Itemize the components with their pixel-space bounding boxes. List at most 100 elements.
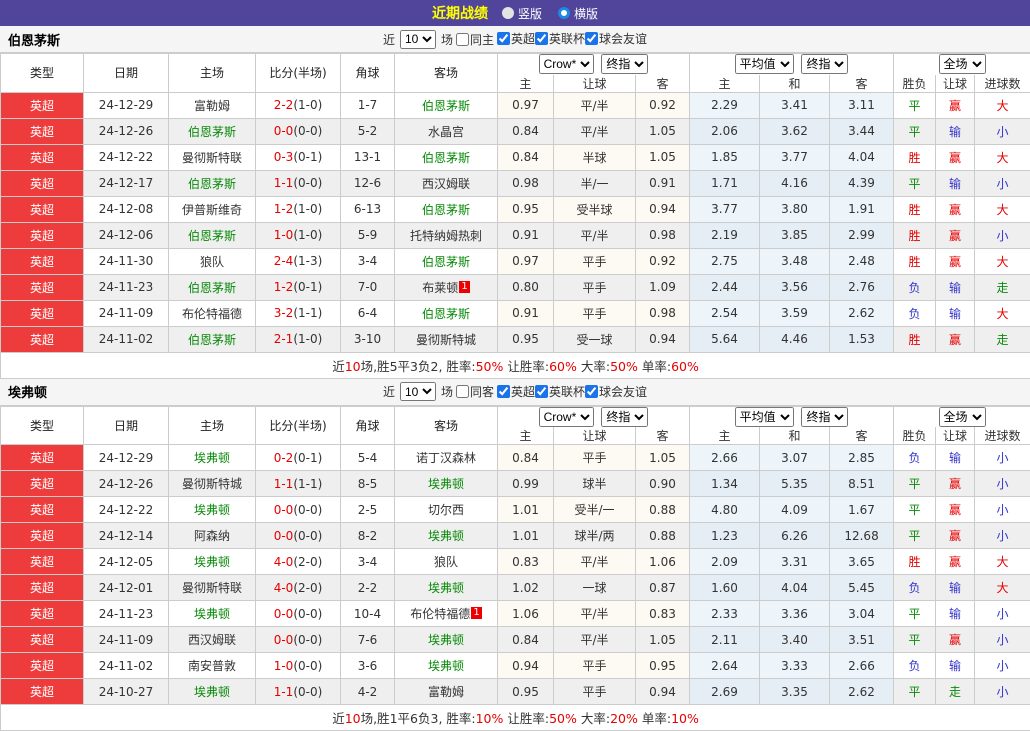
corner-cell: 3-10	[340, 325, 395, 353]
near-label: 近	[382, 32, 395, 47]
avg-away-cell: 8.51	[829, 470, 895, 497]
team-section: 埃弗顿 近 10 场 同客 英超 英联杯 球会友谊 类型 日期 主场 比分(半场…	[0, 378, 1030, 731]
halftime-score: (0-0)	[293, 684, 323, 699]
summary-segment: 10	[344, 711, 361, 726]
radio-vertical-layout[interactable]: 竖版	[501, 5, 542, 22]
halftime-score: (2-0)	[293, 554, 323, 569]
avg-draw-cell: 3.31	[759, 548, 831, 575]
league-checkbox[interactable]	[535, 32, 549, 45]
avg-away-cell: 5.45	[829, 574, 895, 601]
bookmaker-select[interactable]: Crow*	[538, 54, 594, 75]
match-row: 英超 24-12-06 伯恩茅斯 1-0(1-0) 5-9 托特纳姆热刺 0.9…	[0, 221, 1030, 249]
odds-stage-select-2[interactable]: 终指	[801, 54, 849, 75]
result-wdl-cell: 负	[893, 299, 937, 327]
score-cell: 1-0(1-0)	[255, 221, 341, 249]
col-handicap-header: 让球	[553, 427, 636, 445]
away-team-name: 富勒姆	[427, 685, 464, 699]
league-checkbox[interactable]	[497, 32, 510, 45]
avg-away-cell: 2.76	[829, 273, 895, 301]
average-select[interactable]: 平均值	[734, 54, 794, 75]
odds-stage-select-1[interactable]: 终指	[601, 54, 649, 75]
fulltime-score: 1-1	[273, 176, 294, 190]
filter-bar: 近 10 场 同主 英超 英联杯 球会友谊	[0, 29, 1030, 49]
fullmatch-select-cell: 全场	[893, 53, 1030, 75]
league-filter[interactable]: 球会友谊	[585, 383, 647, 400]
match-date-cell: 24-11-09	[83, 299, 169, 327]
summary-segment: 50%	[549, 711, 577, 726]
halftime-score: (0-0)	[293, 528, 323, 543]
league-checkbox[interactable]	[535, 384, 549, 398]
same-venue-filter[interactable]: 同主	[455, 31, 494, 48]
match-row: 英超 24-12-01 曼彻斯特联 4-0(2-0) 2-2 埃弗顿 1.02 …	[0, 574, 1030, 601]
avg-home-cell: 1.23	[689, 522, 761, 549]
home-team-cell: 伯恩茅斯	[168, 221, 256, 249]
avg-away-cell: 2.62	[829, 299, 895, 327]
league-label: 球会友谊	[599, 32, 648, 46]
score-cell: 0-0(0-0)	[255, 522, 341, 549]
match-row: 英超 24-11-30 狼队 2-4(1-3) 3-4 伯恩茅斯 0.97 平手…	[0, 247, 1030, 275]
corner-cell: 5-4	[340, 444, 395, 471]
radio-horizontal-layout[interactable]: 横版	[558, 5, 598, 22]
league-filter[interactable]: 球会友谊	[585, 30, 647, 47]
halftime-score: (1-0)	[293, 98, 323, 112]
corner-cell: 3-6	[340, 652, 395, 679]
summary-segment: 让胜率:	[503, 358, 550, 374]
avg-home-cell: 1.85	[689, 143, 761, 171]
odds-away-cell: 0.90	[634, 470, 691, 497]
league-checkbox[interactable]	[497, 384, 510, 398]
result-goals-cell: 大	[974, 195, 1030, 223]
league-filter[interactable]: 英超	[497, 30, 535, 47]
league-checkbox[interactable]	[585, 384, 599, 398]
halftime-score: (0-0)	[293, 502, 323, 517]
odds-away-cell: 0.95	[634, 652, 691, 679]
odds-stage-select-1[interactable]: 终指	[601, 407, 649, 427]
match-row: 英超 24-11-02 伯恩茅斯 2-1(1-0) 3-10 曼彻斯特城 0.9…	[0, 325, 1030, 353]
col-goals-header: 进球数	[974, 427, 1030, 445]
match-row: 英超 24-12-22 埃弗顿 0-0(0-0) 2-5 切尔西 1.01 受半…	[0, 496, 1030, 523]
odds-home-cell: 0.98	[497, 169, 554, 197]
same-venue-checkbox[interactable]	[455, 385, 469, 398]
away-team-cell: 埃弗顿	[394, 626, 498, 653]
score-cell: 1-2(1-0)	[255, 195, 341, 223]
summary-segment: 让胜率:	[503, 711, 550, 726]
radio-icon[interactable]	[501, 7, 514, 19]
halftime-score: (0-1)	[293, 150, 323, 164]
fulltime-score: 0-0	[273, 124, 294, 138]
odds-stage-select-2[interactable]: 终指	[801, 407, 849, 427]
summary-segment: 近	[332, 358, 345, 374]
radio-icon[interactable]	[558, 7, 570, 19]
odds-away-cell: 0.94	[634, 325, 691, 353]
fulltime-score: 2-4	[273, 254, 294, 268]
avg-home-cell: 3.77	[689, 195, 761, 223]
match-type-cell: 英超	[0, 548, 84, 575]
avg-home-cell: 1.71	[689, 169, 761, 197]
league-filter[interactable]: 英联杯	[535, 30, 585, 47]
league-filter[interactable]: 英联杯	[535, 383, 585, 400]
corner-cell: 8-5	[340, 470, 395, 497]
home-team-cell: 伊普斯维奇	[168, 195, 256, 223]
fullmatch-select[interactable]: 全场	[938, 54, 986, 75]
result-goals-cell: 小	[974, 221, 1030, 249]
summary-row: 近10场,胜5平3负2, 胜率:50% 让胜率:60% 大率:50% 单率:60…	[0, 351, 1030, 379]
bookmaker-select[interactable]: Crow*	[538, 407, 594, 427]
match-row: 英超 24-12-05 埃弗顿 4-0(2-0) 3-4 狼队 0.83 平/半…	[0, 548, 1030, 575]
league-checkbox[interactable]	[585, 32, 599, 45]
summary-segment: 60%	[671, 358, 699, 374]
league-label: 英联杯	[549, 32, 586, 46]
home-team-cell: 布伦特福德	[168, 299, 256, 327]
match-count-select[interactable]: 10	[399, 382, 436, 401]
match-date-cell: 24-11-30	[83, 247, 169, 275]
result-wdl-cell: 平	[893, 626, 937, 653]
match-count-select[interactable]: 10	[399, 29, 436, 49]
away-team-name: 狼队	[433, 555, 458, 569]
average-select[interactable]: 平均值	[734, 407, 794, 427]
fullmatch-select[interactable]: 全场	[938, 407, 986, 427]
same-venue-filter[interactable]: 同客	[455, 383, 494, 400]
handicap-cell: 半球	[553, 143, 636, 171]
result-wdl-cell: 平	[893, 470, 937, 497]
league-filter[interactable]: 英超	[497, 383, 535, 400]
score-cell: 1-1(1-1)	[255, 470, 341, 497]
summary-segment: 10%	[671, 711, 699, 726]
same-venue-checkbox[interactable]	[455, 32, 469, 46]
away-team-cell: 埃弗顿	[394, 652, 498, 679]
